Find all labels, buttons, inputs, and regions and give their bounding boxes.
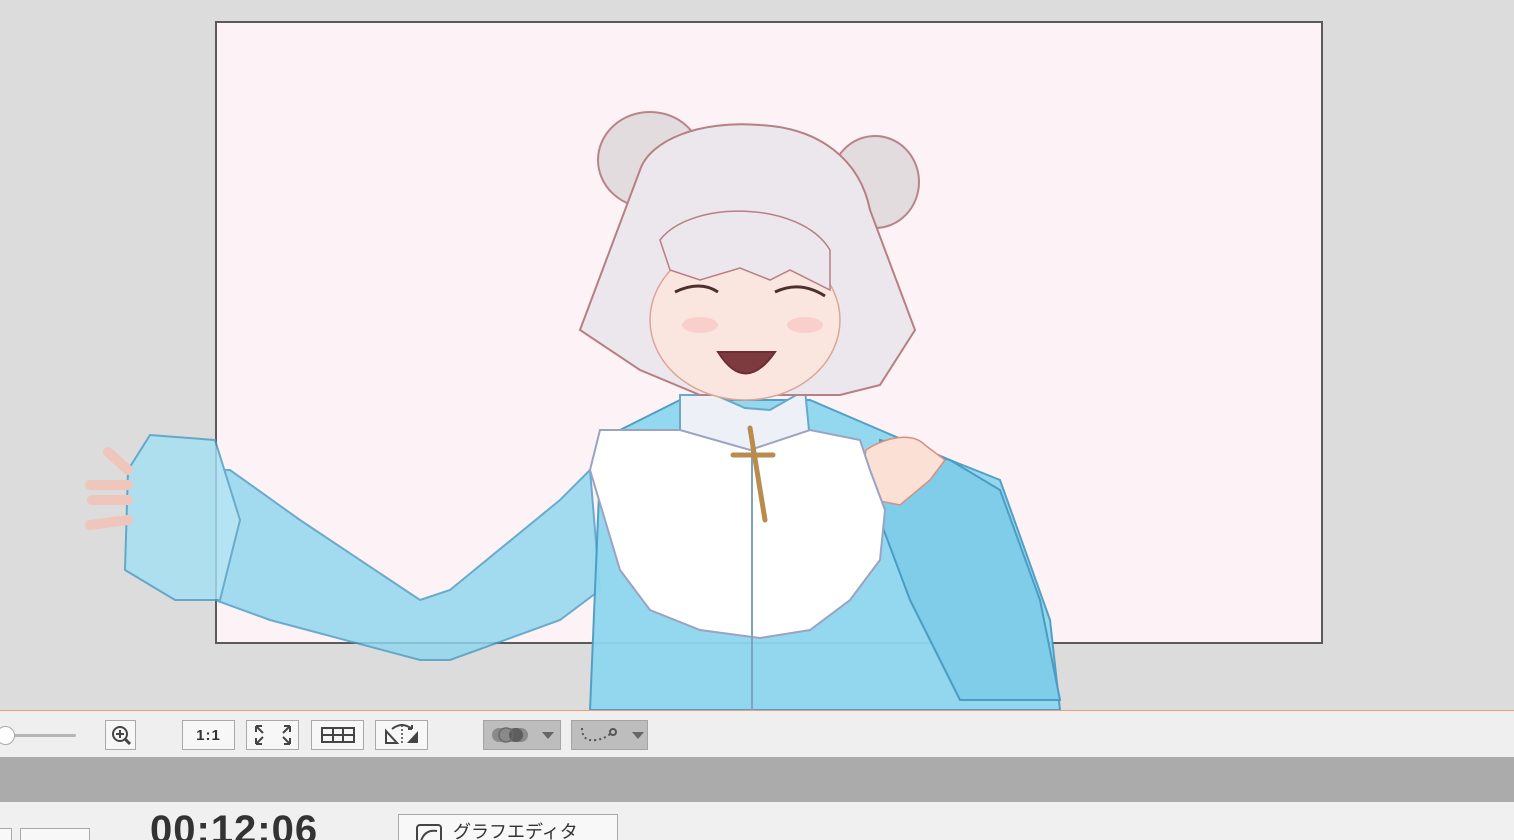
fit-to-window-button[interactable] <box>246 720 299 750</box>
onion-skin-dropdown-arrow <box>542 731 554 739</box>
motion-path-dropdown-arrow <box>632 731 644 739</box>
grid-icon <box>320 727 355 743</box>
flip-icon <box>384 724 418 745</box>
viewer-toolbar: 1:1 <box>0 711 1514 757</box>
zoom-in-button[interactable] <box>105 720 136 750</box>
timeline-header: 00:12:06 グラフエディタ <box>0 802 1514 840</box>
zoom-slider-track[interactable] <box>6 734 76 737</box>
graph-editor-label: グラフエディタ <box>453 822 578 840</box>
actual-size-button[interactable]: 1:1 <box>182 720 235 750</box>
onion-skin-icon <box>492 727 528 743</box>
timecode-display: 00:12:06 <box>150 808 319 840</box>
graph-editor-button[interactable]: グラフエディタ <box>398 814 618 840</box>
motion-path-dropdown[interactable] <box>571 720 648 750</box>
workspace[interactable] <box>0 0 1514 710</box>
timeline-button[interactable] <box>20 828 90 840</box>
actual-size-label: 1:1 <box>196 726 221 744</box>
fit-to-window-icon <box>254 725 291 745</box>
zoom-slider-knob[interactable] <box>0 726 15 745</box>
flip-button[interactable] <box>375 720 428 750</box>
graph-editor-icon <box>416 824 442 840</box>
body <box>588 388 1062 710</box>
panel-divider <box>0 757 1514 802</box>
onion-skin-dropdown[interactable] <box>483 720 561 750</box>
head <box>578 111 920 401</box>
motion-path-icon <box>581 727 617 742</box>
left-arm <box>85 433 602 661</box>
grid-button[interactable] <box>311 720 364 750</box>
zoom-in-icon <box>111 726 131 746</box>
zoom-slider[interactable] <box>0 725 80 745</box>
character-illustration[interactable] <box>0 0 1514 710</box>
timeline-button-left[interactable] <box>0 828 12 840</box>
